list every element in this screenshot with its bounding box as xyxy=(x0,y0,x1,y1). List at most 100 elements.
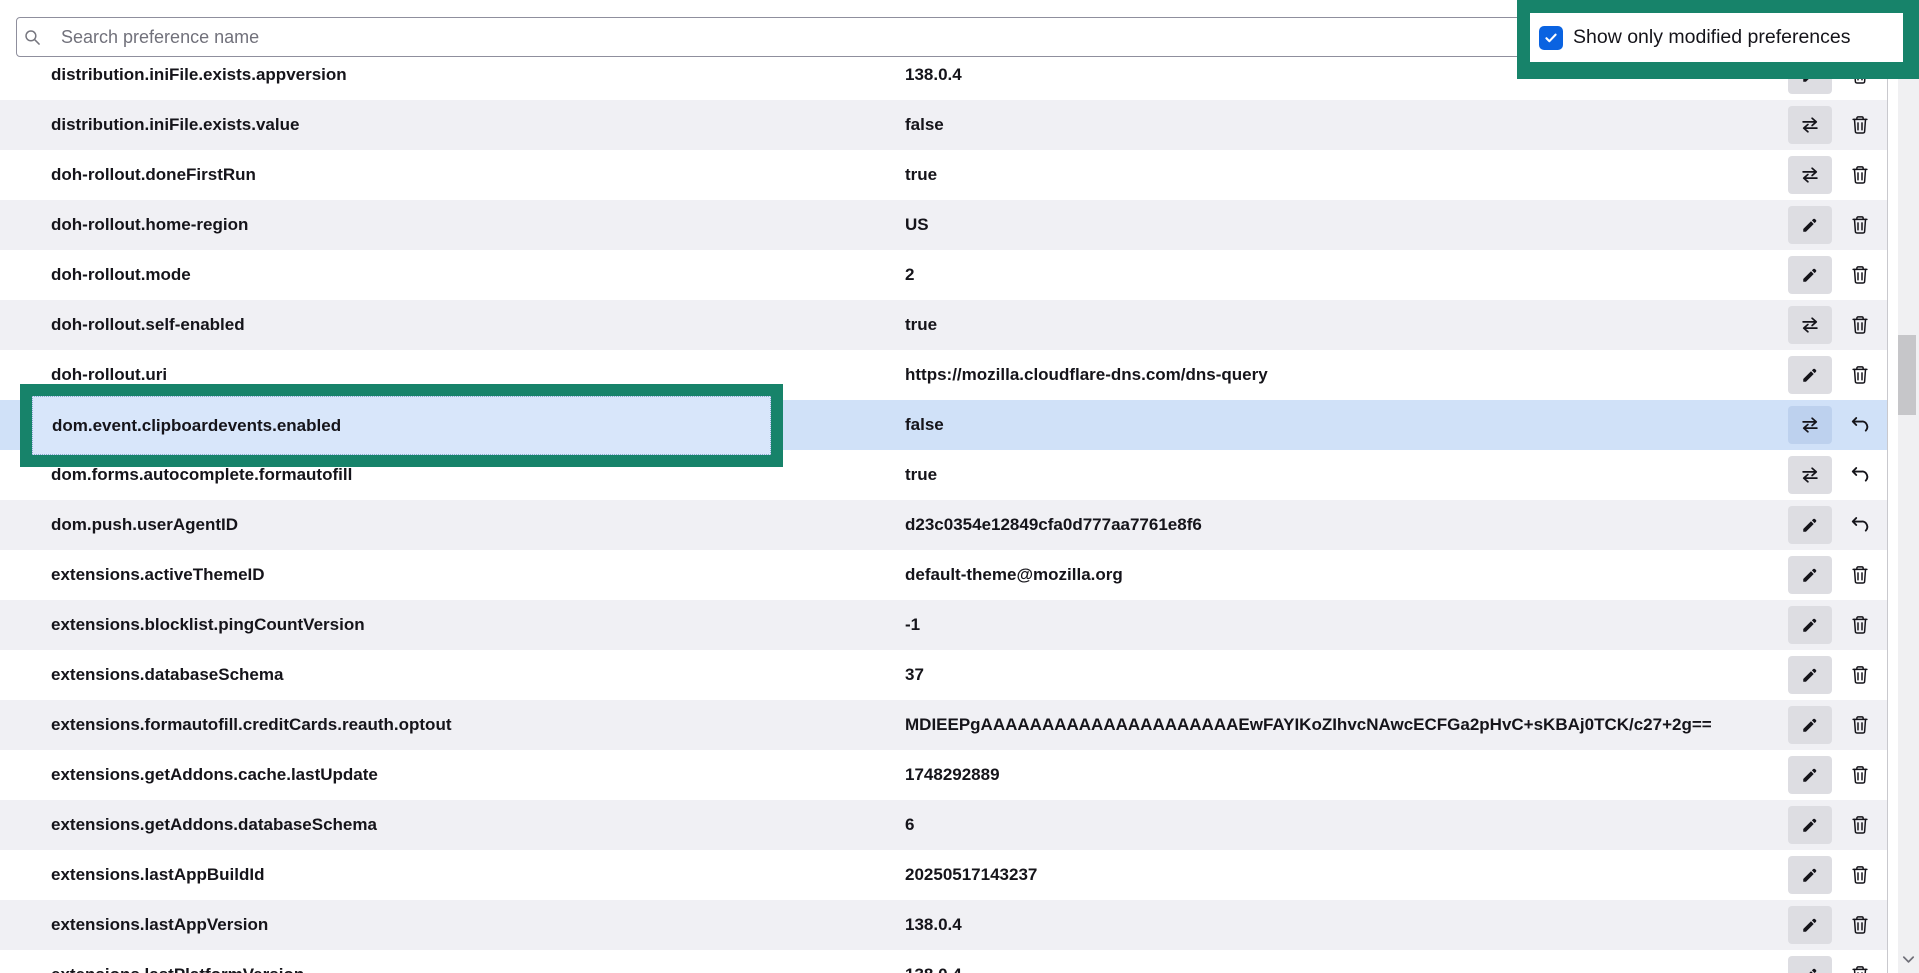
pref-value: d23c0354e12849cfa0d777aa7761e8f6 xyxy=(905,500,1202,550)
trash-icon xyxy=(1850,365,1870,385)
toggle-or-edit-button[interactable] xyxy=(1788,256,1832,294)
pref-name: extensions.lastAppVersion xyxy=(51,900,268,950)
toggle-or-edit-button[interactable] xyxy=(1788,756,1832,794)
toggle-or-edit-button[interactable] xyxy=(1788,606,1832,644)
trash-icon xyxy=(1850,765,1870,785)
pref-value: 138.0.4 xyxy=(905,900,962,950)
edit-pencil-icon xyxy=(1801,566,1819,584)
pref-value: 2 xyxy=(905,250,914,300)
pref-row[interactable]: extensions.formautofill.creditCards.reau… xyxy=(0,700,1887,750)
delete-or-reset-button[interactable] xyxy=(1838,806,1882,844)
preferences-table: distribution.iniFile.exists.appversion 1… xyxy=(0,50,1887,973)
pref-value: true xyxy=(905,450,937,500)
vertical-scrollbar[interactable] xyxy=(1898,0,1919,973)
pref-value: 1748292889 xyxy=(905,750,1000,800)
pref-name: extensions.getAddons.databaseSchema xyxy=(51,800,377,850)
toggle-or-edit-button[interactable] xyxy=(1788,656,1832,694)
trash-icon xyxy=(1850,815,1870,835)
toggle-or-edit-button[interactable] xyxy=(1788,156,1832,194)
pref-row[interactable]: extensions.lastAppBuildId 20250517143237 xyxy=(0,850,1887,900)
toggle-or-edit-button[interactable] xyxy=(1788,306,1832,344)
show-modified-checkbox[interactable] xyxy=(1539,26,1563,50)
delete-or-reset-button[interactable] xyxy=(1838,506,1882,544)
pref-value: default-theme@mozilla.org xyxy=(905,550,1123,600)
pref-row[interactable]: extensions.lastAppVersion 138.0.4 xyxy=(0,900,1887,950)
undo-icon xyxy=(1850,465,1870,485)
delete-or-reset-button[interactable] xyxy=(1838,356,1882,394)
highlight-box-checkbox: Show only modified preferences xyxy=(1517,0,1919,79)
pref-name: doh-rollout.self-enabled xyxy=(51,300,245,350)
delete-or-reset-button[interactable] xyxy=(1838,656,1882,694)
delete-or-reset-button[interactable] xyxy=(1838,906,1882,944)
toggle-or-edit-button[interactable] xyxy=(1788,906,1832,944)
pref-row[interactable]: extensions.getAddons.databaseSchema 6 xyxy=(0,800,1887,850)
pref-name: doh-rollout.home-region xyxy=(51,200,248,250)
toggle-or-edit-button[interactable] xyxy=(1788,456,1832,494)
pref-row[interactable]: extensions.blocklist.pingCountVersion -1 xyxy=(0,600,1887,650)
pref-row[interactable]: doh-rollout.doneFirstRun true xyxy=(0,150,1887,200)
pref-value: true xyxy=(905,300,937,350)
toggle-or-edit-button[interactable] xyxy=(1788,206,1832,244)
undo-icon xyxy=(1850,515,1870,535)
scroll-down-arrow-icon[interactable] xyxy=(1901,952,1916,967)
delete-or-reset-button[interactable] xyxy=(1838,256,1882,294)
toggle-icon xyxy=(1800,315,1820,335)
pref-row[interactable]: extensions.activeThemeID default-theme@m… xyxy=(0,550,1887,600)
checkmark-icon xyxy=(1543,30,1559,46)
pref-row[interactable]: doh-rollout.home-region US xyxy=(0,200,1887,250)
delete-or-reset-button[interactable] xyxy=(1838,956,1882,973)
pref-name: extensions.databaseSchema xyxy=(51,650,283,700)
search-icon xyxy=(24,29,41,46)
pref-value: false xyxy=(905,100,944,150)
delete-or-reset-button[interactable] xyxy=(1838,756,1882,794)
delete-or-reset-button[interactable] xyxy=(1838,406,1882,444)
toggle-icon xyxy=(1800,415,1820,435)
selected-pref-cell[interactable]: dom.event.clipboardevents.enabled xyxy=(32,396,771,455)
toggle-or-edit-button[interactable] xyxy=(1788,706,1832,744)
pref-row[interactable]: extensions.lastPlatformVersion 138.0.4 xyxy=(0,950,1887,973)
trash-icon xyxy=(1850,915,1870,935)
pref-value: https://mozilla.cloudflare-dns.com/dns-q… xyxy=(905,350,1268,400)
toggle-or-edit-button[interactable] xyxy=(1788,806,1832,844)
pref-name: doh-rollout.mode xyxy=(51,250,191,300)
delete-or-reset-button[interactable] xyxy=(1838,606,1882,644)
delete-or-reset-button[interactable] xyxy=(1838,456,1882,494)
trash-icon xyxy=(1850,865,1870,885)
delete-or-reset-button[interactable] xyxy=(1838,306,1882,344)
edit-pencil-icon xyxy=(1801,866,1819,884)
delete-or-reset-button[interactable] xyxy=(1838,706,1882,744)
trash-icon xyxy=(1850,715,1870,735)
pref-value: 20250517143237 xyxy=(905,850,1037,900)
delete-or-reset-button[interactable] xyxy=(1838,156,1882,194)
pref-name: dom.push.userAgentID xyxy=(51,500,238,550)
pref-name: doh-rollout.doneFirstRun xyxy=(51,150,256,200)
delete-or-reset-button[interactable] xyxy=(1838,206,1882,244)
pref-value: 6 xyxy=(905,800,914,850)
about-config-page: distribution.iniFile.exists.appversion 1… xyxy=(0,0,1919,973)
edit-pencil-icon xyxy=(1801,716,1819,734)
toggle-or-edit-button[interactable] xyxy=(1788,506,1832,544)
pref-row[interactable]: doh-rollout.self-enabled true xyxy=(0,300,1887,350)
pref-row[interactable]: extensions.getAddons.cache.lastUpdate 17… xyxy=(0,750,1887,800)
toggle-icon xyxy=(1800,165,1820,185)
scrollbar-thumb[interactable] xyxy=(1898,335,1916,415)
delete-or-reset-button[interactable] xyxy=(1838,856,1882,894)
toggle-or-edit-button[interactable] xyxy=(1788,956,1832,973)
pref-row[interactable]: dom.push.userAgentID d23c0354e12849cfa0d… xyxy=(0,500,1887,550)
toggle-or-edit-button[interactable] xyxy=(1788,356,1832,394)
pref-row[interactable]: distribution.iniFile.exists.value false xyxy=(0,100,1887,150)
toggle-or-edit-button[interactable] xyxy=(1788,106,1832,144)
pref-name: extensions.lastAppBuildId xyxy=(51,850,264,900)
toggle-or-edit-button[interactable] xyxy=(1788,856,1832,894)
pref-row[interactable]: extensions.databaseSchema 37 xyxy=(0,650,1887,700)
edit-pencil-icon xyxy=(1801,616,1819,634)
pref-row[interactable]: doh-rollout.mode 2 xyxy=(0,250,1887,300)
pref-name: extensions.lastPlatformVersion xyxy=(51,950,304,973)
pref-name: distribution.iniFile.exists.value xyxy=(51,100,299,150)
delete-or-reset-button[interactable] xyxy=(1838,556,1882,594)
delete-or-reset-button[interactable] xyxy=(1838,106,1882,144)
toggle-or-edit-button[interactable] xyxy=(1788,406,1832,444)
toggle-or-edit-button[interactable] xyxy=(1788,556,1832,594)
pref-value: false xyxy=(905,400,944,450)
pref-name: extensions.getAddons.cache.lastUpdate xyxy=(51,750,378,800)
